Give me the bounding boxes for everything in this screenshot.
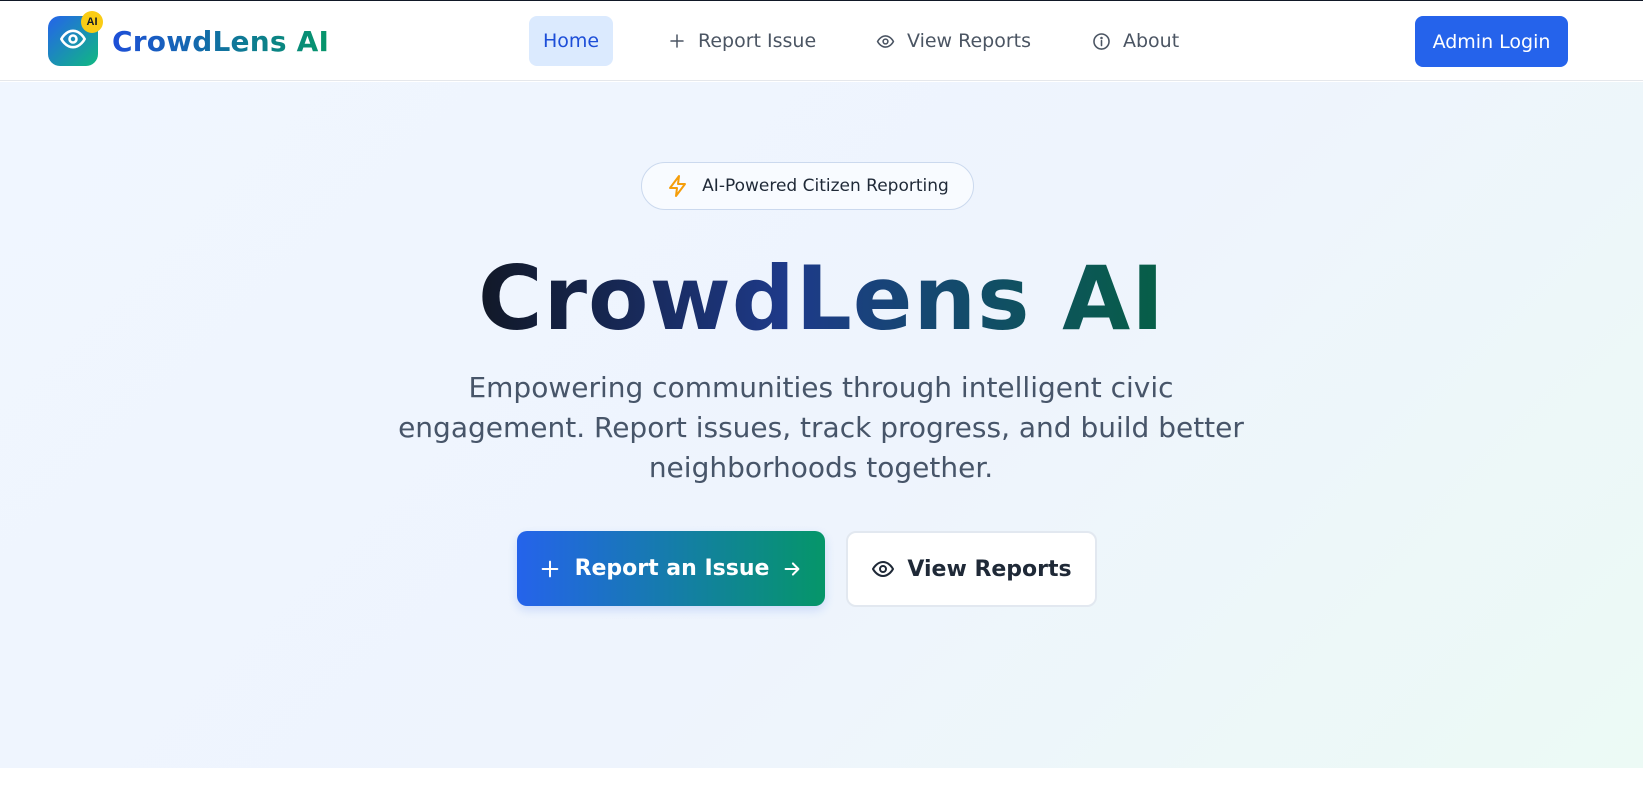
top-navbar: AI CrowdLens AI Home Report Issue View R… <box>0 1 1643 81</box>
nav-item-view-reports[interactable]: View Reports <box>876 16 1031 66</box>
eye-icon <box>59 25 87 57</box>
pill-label: AI-Powered Citizen Reporting <box>702 176 949 196</box>
arrow-right-icon <box>781 558 803 580</box>
logo: AI <box>48 11 103 66</box>
hero-title-text: CrowdLens AI <box>478 247 1165 350</box>
eye-icon <box>871 557 895 581</box>
admin-login-button[interactable]: Admin Login <box>1415 16 1568 67</box>
nav-item-about[interactable]: About <box>1092 16 1179 66</box>
eye-icon <box>876 32 895 51</box>
view-reports-button[interactable]: View Reports <box>846 531 1097 607</box>
hero-subtitle: Empowering communities through intellige… <box>398 371 1244 484</box>
info-icon <box>1092 32 1111 51</box>
nav-item-label: Report Issue <box>698 30 817 52</box>
nav-item-label: Home <box>542 30 600 52</box>
nav-item-label: About <box>1123 30 1180 52</box>
report-issue-label: Report an Issue <box>574 556 770 581</box>
hero-title: CrowdLens AI <box>0 244 1643 354</box>
hero-section: AI-Powered Citizen Reporting CrowdLens A… <box>0 82 1643 768</box>
ai-badge: AI <box>81 11 103 33</box>
nav-item-label: View Reports <box>907 30 1032 52</box>
lightning-icon <box>666 173 690 199</box>
brand[interactable]: AI CrowdLens AI <box>48 11 330 66</box>
report-issue-button[interactable]: Report an Issue <box>517 531 825 606</box>
plus-icon <box>539 558 561 580</box>
brand-name: CrowdLens AI <box>112 24 330 58</box>
nav-item-report-issue[interactable]: Report Issue <box>668 16 816 66</box>
nav-item-home[interactable]: Home <box>529 16 613 66</box>
plus-icon <box>668 32 686 50</box>
view-reports-label: View Reports <box>907 556 1072 582</box>
feature-pill: AI-Powered Citizen Reporting <box>641 162 974 210</box>
